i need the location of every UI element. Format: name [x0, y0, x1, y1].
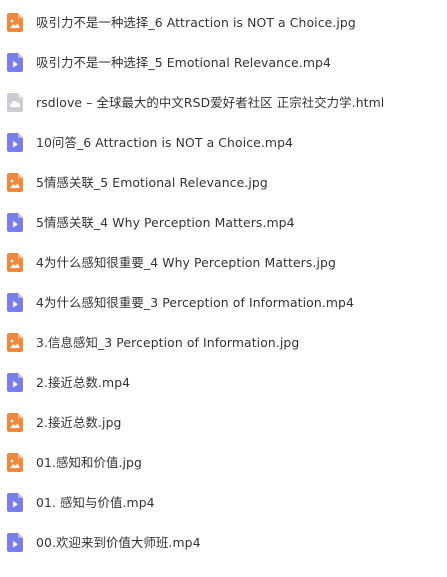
- file-name: 3.信息感知_3 Perception of Information.jpg: [36, 335, 300, 350]
- file-name: 吸引力不是一种选择_5 Emotional Relevance.mp4: [36, 55, 331, 70]
- file-row[interactable]: 10问答_6 Attraction is NOT a Choice.mp4: [0, 122, 447, 162]
- file-list: 吸引力不是一种选择_6 Attraction is NOT a Choice.j…: [0, 0, 447, 577]
- file-name: 5情感关联_4 Why Perception Matters.mp4: [36, 215, 295, 230]
- file-row[interactable]: 2.接近总数.jpg: [0, 402, 447, 442]
- file-name: 4为什么感知很重要_4 Why Perception Matters.jpg: [36, 255, 336, 270]
- file-row[interactable]: 01. 感知与价值.mp4: [0, 482, 447, 522]
- file-row[interactable]: 5情感关联_4 Why Perception Matters.mp4: [0, 202, 447, 242]
- file-name: 吸引力不是一种选择_6 Attraction is NOT a Choice.j…: [36, 15, 356, 30]
- video-file-icon: [7, 52, 23, 72]
- image-file-icon: [7, 412, 23, 432]
- file-row[interactable]: 吸引力不是一种选择_5 Emotional Relevance.mp4: [0, 42, 447, 82]
- video-file-icon: [7, 532, 23, 552]
- file-name: rsdlove – 全球最大的中文RSD爱好者社区 正宗社交力学.html: [36, 95, 385, 110]
- file-name: 00.欢迎来到价值大师班.mp4: [36, 535, 201, 550]
- file-row[interactable]: 00.欢迎来到价值大师班.mp4: [0, 522, 447, 562]
- file-row[interactable]: 4为什么感知很重要_4 Why Perception Matters.jpg: [0, 242, 447, 282]
- file-row[interactable]: 5情感关联_5 Emotional Relevance.jpg: [0, 162, 447, 202]
- file-name: 2.接近总数.mp4: [36, 375, 131, 390]
- file-row[interactable]: rsdlove – 全球最大的中文RSD爱好者社区 正宗社交力学.html: [0, 82, 447, 122]
- image-file-icon: [7, 252, 23, 272]
- video-file-icon: [7, 132, 23, 152]
- file-row[interactable]: 01.感知和价值.jpg: [0, 442, 447, 482]
- image-file-icon: [7, 332, 23, 352]
- image-file-icon: [7, 452, 23, 472]
- video-file-icon: [7, 292, 23, 312]
- file-name: 01.感知和价值.jpg: [36, 455, 142, 470]
- video-file-icon: [7, 492, 23, 512]
- file-name: 5情感关联_5 Emotional Relevance.jpg: [36, 175, 268, 190]
- web-file-icon: [7, 92, 23, 112]
- file-row[interactable]: 4为什么感知很重要_3 Perception of Information.mp…: [0, 282, 447, 322]
- file-row[interactable]: 2.接近总数.mp4: [0, 362, 447, 402]
- image-file-icon: [7, 12, 23, 32]
- file-row[interactable]: 3.信息感知_3 Perception of Information.jpg: [0, 322, 447, 362]
- video-file-icon: [7, 212, 23, 232]
- file-name: 10问答_6 Attraction is NOT a Choice.mp4: [36, 135, 294, 150]
- image-file-icon: [7, 172, 23, 192]
- file-name: 2.接近总数.jpg: [36, 415, 122, 430]
- file-name: 4为什么感知很重要_3 Perception of Information.mp…: [36, 295, 354, 310]
- file-row[interactable]: 吸引力不是一种选择_6 Attraction is NOT a Choice.j…: [0, 2, 447, 42]
- file-name: 01. 感知与价值.mp4: [36, 495, 155, 510]
- video-file-icon: [7, 372, 23, 392]
